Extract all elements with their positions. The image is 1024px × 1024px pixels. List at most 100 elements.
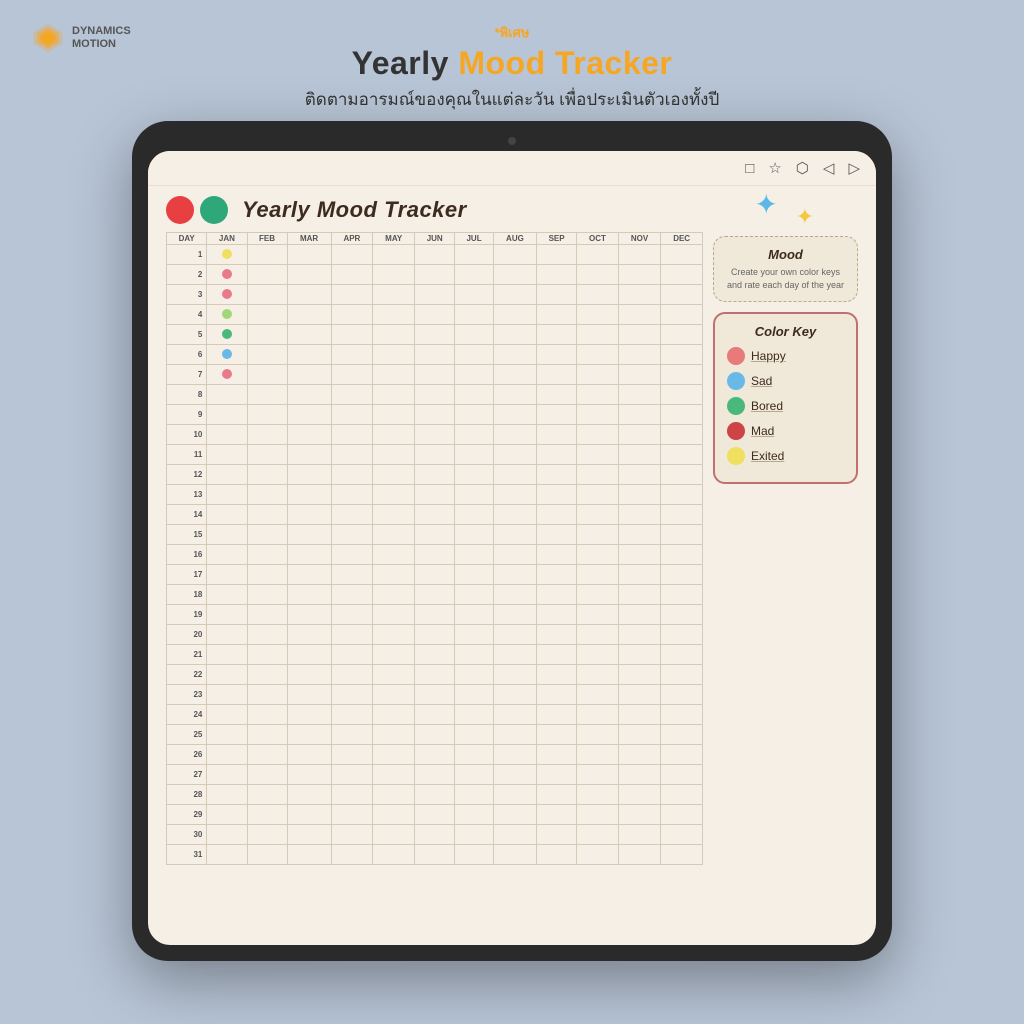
cell-13-FEB[interactable] — [247, 485, 287, 505]
table-row[interactable]: 19 — [167, 605, 703, 625]
cell-17-FEB[interactable] — [247, 565, 287, 585]
cell-21-NOV[interactable] — [618, 645, 660, 665]
cell-3-JUN[interactable] — [415, 285, 455, 305]
cell-15-JUN[interactable] — [415, 525, 455, 545]
cell-21-MAY[interactable] — [373, 645, 415, 665]
cell-11-JAN[interactable] — [207, 445, 247, 465]
cell-14-MAR[interactable] — [287, 505, 331, 525]
cell-23-JUN[interactable] — [415, 685, 455, 705]
cell-25-AUG[interactable] — [493, 725, 536, 745]
cell-30-AUG[interactable] — [493, 825, 536, 845]
cell-15-MAY[interactable] — [373, 525, 415, 545]
cell-15-OCT[interactable] — [577, 525, 619, 545]
cell-30-JUN[interactable] — [415, 825, 455, 845]
cell-19-MAR[interactable] — [287, 605, 331, 625]
table-row[interactable]: 11 — [167, 445, 703, 465]
table-row[interactable]: 25 — [167, 725, 703, 745]
cell-19-OCT[interactable] — [577, 605, 619, 625]
table-row[interactable]: 7 — [167, 365, 703, 385]
cell-18-JAN[interactable] — [207, 585, 247, 605]
cell-24-JAN[interactable] — [207, 705, 247, 725]
cell-8-NOV[interactable] — [618, 385, 660, 405]
cell-23-NOV[interactable] — [618, 685, 660, 705]
cell-10-APR[interactable] — [331, 425, 373, 445]
table-row[interactable]: 27 — [167, 765, 703, 785]
cell-14-NOV[interactable] — [618, 505, 660, 525]
cell-8-APR[interactable] — [331, 385, 373, 405]
cell-22-DEC[interactable] — [661, 665, 703, 685]
table-row[interactable]: 10 — [167, 425, 703, 445]
cell-8-OCT[interactable] — [577, 385, 619, 405]
cell-31-JUN[interactable] — [415, 845, 455, 865]
table-row[interactable]: 29 — [167, 805, 703, 825]
cell-23-JAN[interactable] — [207, 685, 247, 705]
cell-1-SEP[interactable] — [537, 245, 577, 265]
cell-2-NOV[interactable] — [618, 265, 660, 285]
cell-9-JUL[interactable] — [455, 405, 494, 425]
cell-14-MAY[interactable] — [373, 505, 415, 525]
table-row[interactable]: 12 — [167, 465, 703, 485]
cell-14-SEP[interactable] — [537, 505, 577, 525]
cell-10-JUL[interactable] — [455, 425, 494, 445]
cell-12-AUG[interactable] — [493, 465, 536, 485]
cell-7-JUL[interactable] — [455, 365, 494, 385]
cell-24-AUG[interactable] — [493, 705, 536, 725]
cell-23-SEP[interactable] — [537, 685, 577, 705]
cell-15-DEC[interactable] — [661, 525, 703, 545]
cell-3-AUG[interactable] — [493, 285, 536, 305]
cell-25-NOV[interactable] — [618, 725, 660, 745]
cell-29-AUG[interactable] — [493, 805, 536, 825]
cell-21-OCT[interactable] — [577, 645, 619, 665]
cell-17-MAR[interactable] — [287, 565, 331, 585]
cell-19-APR[interactable] — [331, 605, 373, 625]
cell-22-MAR[interactable] — [287, 665, 331, 685]
cell-31-AUG[interactable] — [493, 845, 536, 865]
cell-17-NOV[interactable] — [618, 565, 660, 585]
cell-26-APR[interactable] — [331, 745, 373, 765]
cell-11-JUL[interactable] — [455, 445, 494, 465]
cell-16-OCT[interactable] — [577, 545, 619, 565]
cell-2-APR[interactable] — [331, 265, 373, 285]
cell-26-NOV[interactable] — [618, 745, 660, 765]
cell-19-JAN[interactable] — [207, 605, 247, 625]
cell-7-NOV[interactable] — [618, 365, 660, 385]
table-row[interactable]: 3 — [167, 285, 703, 305]
cell-18-NOV[interactable] — [618, 585, 660, 605]
cell-11-FEB[interactable] — [247, 445, 287, 465]
cell-15-APR[interactable] — [331, 525, 373, 545]
cell-29-JUN[interactable] — [415, 805, 455, 825]
cell-9-JAN[interactable] — [207, 405, 247, 425]
cell-18-DEC[interactable] — [661, 585, 703, 605]
cell-21-JUL[interactable] — [455, 645, 494, 665]
cell-22-SEP[interactable] — [537, 665, 577, 685]
cell-2-JUN[interactable] — [415, 265, 455, 285]
cell-11-DEC[interactable] — [661, 445, 703, 465]
cell-30-OCT[interactable] — [577, 825, 619, 845]
cell-4-SEP[interactable] — [537, 305, 577, 325]
cell-19-FEB[interactable] — [247, 605, 287, 625]
cell-12-JUL[interactable] — [455, 465, 494, 485]
cell-7-MAY[interactable] — [373, 365, 415, 385]
cell-16-AUG[interactable] — [493, 545, 536, 565]
cell-13-SEP[interactable] — [537, 485, 577, 505]
cell-4-JAN[interactable] — [207, 305, 247, 325]
cell-20-MAR[interactable] — [287, 625, 331, 645]
cell-14-FEB[interactable] — [247, 505, 287, 525]
cell-11-APR[interactable] — [331, 445, 373, 465]
cell-1-OCT[interactable] — [577, 245, 619, 265]
cell-23-OCT[interactable] — [577, 685, 619, 705]
cell-27-NOV[interactable] — [618, 765, 660, 785]
cell-21-JAN[interactable] — [207, 645, 247, 665]
cell-31-MAR[interactable] — [287, 845, 331, 865]
cell-6-OCT[interactable] — [577, 345, 619, 365]
cell-24-NOV[interactable] — [618, 705, 660, 725]
cell-4-MAY[interactable] — [373, 305, 415, 325]
cell-12-JUN[interactable] — [415, 465, 455, 485]
cell-23-FEB[interactable] — [247, 685, 287, 705]
cell-3-OCT[interactable] — [577, 285, 619, 305]
cell-14-DEC[interactable] — [661, 505, 703, 525]
cell-2-JUL[interactable] — [455, 265, 494, 285]
cell-14-JAN[interactable] — [207, 505, 247, 525]
cell-1-NOV[interactable] — [618, 245, 660, 265]
cell-28-JAN[interactable] — [207, 785, 247, 805]
